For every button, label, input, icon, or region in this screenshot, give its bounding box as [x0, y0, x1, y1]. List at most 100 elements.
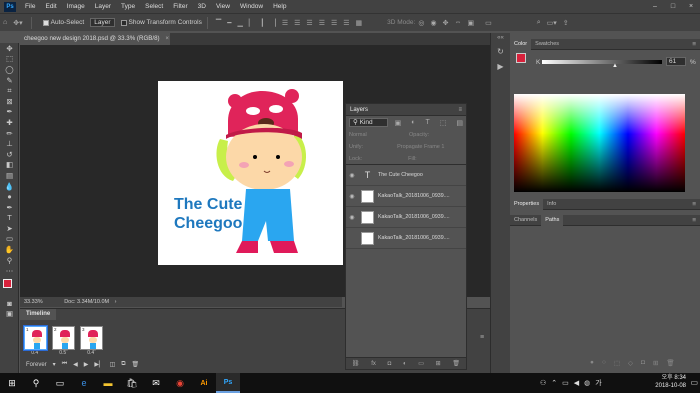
adjustment-layer-icon[interactable]: ◐: [403, 361, 407, 367]
menu-layer[interactable]: Layer: [90, 3, 116, 10]
layers-tab[interactable]: Layers: [350, 107, 368, 113]
person-icon[interactable]: ⚇: [540, 379, 546, 387]
timeline-tab[interactable]: Timeline: [20, 309, 57, 320]
3d-scale-icon[interactable]: ▣: [467, 19, 474, 27]
menu-help[interactable]: Help: [268, 3, 291, 10]
new-group-icon[interactable]: ▭: [418, 360, 424, 367]
eyedropper-icon[interactable]: ✒: [0, 107, 19, 118]
move-tool-icon[interactable]: ✥: [0, 43, 19, 54]
tab-info[interactable]: Info: [543, 199, 560, 210]
timeline-frame[interactable]: 3 0.4ˇ: [80, 326, 103, 356]
link-layers-icon[interactable]: ⛓: [352, 360, 360, 367]
blur-tool-icon[interactable]: 💧: [0, 181, 19, 192]
move-tool-icon[interactable]: ✥▾: [13, 19, 22, 27]
path-select-icon[interactable]: ➤: [0, 223, 19, 234]
distribute-icon[interactable]: ☰: [306, 19, 312, 27]
marquee-tool-icon[interactable]: ⬚: [0, 54, 19, 65]
align-center-icon[interactable]: ┃: [260, 19, 264, 27]
share-icon[interactable]: ⇪: [563, 19, 569, 27]
transform-controls-option[interactable]: Show Transform Controls: [120, 19, 202, 26]
load-selection-icon[interactable]: ⬚: [614, 359, 620, 367]
slider-handle-icon[interactable]: ▲: [612, 63, 618, 69]
distribute-icon[interactable]: ☰: [331, 19, 337, 27]
tab-paths[interactable]: Paths: [541, 214, 564, 226]
tab-properties[interactable]: Properties: [510, 198, 544, 210]
panel-menu-icon[interactable]: ≡: [692, 41, 696, 48]
new-path-icon[interactable]: ⊞: [653, 359, 658, 367]
menu-type[interactable]: Type: [116, 3, 140, 10]
new-layer-icon[interactable]: ⊞: [436, 360, 441, 367]
brush-tool-icon[interactable]: ✏: [0, 128, 19, 139]
play-icon[interactable]: ▶: [84, 361, 89, 368]
hand-tool-icon[interactable]: ✋: [0, 244, 19, 255]
menu-filter[interactable]: Filter: [168, 3, 192, 10]
healing-brush-icon[interactable]: ✚: [0, 117, 19, 128]
dropdown-arrow-icon[interactable]: ▾: [53, 361, 56, 368]
menu-file[interactable]: File: [20, 3, 40, 10]
3d-orbit-icon[interactable]: ◎: [418, 19, 424, 27]
layer-row[interactable]: ◉ KakaoTalk_20181006_0939....: [346, 207, 466, 228]
clock[interactable]: 오후 8:34 2018-10-08: [655, 374, 686, 390]
pen-tool-icon[interactable]: ✒: [0, 202, 19, 213]
kind-filter[interactable]: ⚲ Kind: [349, 118, 388, 127]
k-slider[interactable]: [542, 60, 662, 64]
eye-icon[interactable]: ◉: [346, 214, 358, 221]
crop-tool-icon[interactable]: ⌗: [0, 85, 19, 96]
3d-roll-icon[interactable]: ◉: [430, 19, 436, 27]
foreground-color[interactable]: [3, 279, 12, 289]
menu-edit[interactable]: Edit: [40, 3, 61, 10]
auto-align-icon[interactable]: ▦: [356, 19, 363, 27]
tab-channels[interactable]: Channels: [510, 215, 541, 226]
timeline-frame[interactable]: 2 0.5ˇ: [52, 326, 75, 356]
distribute-icon[interactable]: ☰: [294, 19, 300, 27]
search-icon[interactable]: ⚲: [24, 373, 48, 393]
store-icon[interactable]: 🛍: [120, 373, 144, 393]
eye-icon[interactable]: ◉: [346, 193, 358, 200]
photoshop-taskbar-icon[interactable]: Ps: [216, 373, 240, 393]
clone-stamp-icon[interactable]: ⊥: [0, 138, 19, 149]
windows-start-icon[interactable]: ⊞: [0, 373, 24, 393]
eye-icon[interactable]: ◉: [346, 172, 358, 179]
delete-layer-icon[interactable]: 🗑: [452, 360, 460, 367]
distribute-icon[interactable]: ☰: [319, 19, 325, 27]
eraser-icon[interactable]: ◧: [0, 160, 19, 171]
lasso-tool-icon[interactable]: ◯: [0, 64, 19, 75]
file-explorer-icon[interactable]: ▬: [96, 373, 120, 393]
tab-swatches[interactable]: Swatches: [531, 39, 563, 50]
fill-label[interactable]: Fill:: [408, 156, 417, 162]
task-view-icon[interactable]: ▭: [48, 373, 72, 393]
close-button[interactable]: ×: [682, 0, 700, 13]
transform-controls-checkbox[interactable]: [120, 19, 127, 26]
panel-menu-icon[interactable]: ≡: [480, 334, 484, 341]
notification-icon[interactable]: ▭: [690, 378, 698, 387]
search-icon[interactable]: ⌕: [537, 19, 541, 27]
align-bottom-icon[interactable]: ▁: [237, 19, 242, 27]
actions-icon[interactable]: ▶: [491, 62, 510, 71]
fill-path-icon[interactable]: ●: [590, 359, 594, 367]
frame-thumbnail[interactable]: 1: [23, 325, 48, 351]
panel-menu-icon[interactable]: ≡: [458, 104, 462, 116]
propagate-label[interactable]: Propagate Frame 1: [397, 144, 444, 150]
opacity-label[interactable]: Opacity:: [409, 132, 429, 138]
add-mask-icon[interactable]: ◘: [641, 359, 645, 367]
chrome-icon[interactable]: ◉: [168, 373, 192, 393]
make-path-icon[interactable]: ◇: [628, 359, 633, 367]
align-middle-icon[interactable]: ━: [227, 19, 231, 27]
network-icon[interactable]: ▭: [562, 379, 569, 387]
foreground-color[interactable]: [516, 53, 526, 63]
doc-size[interactable]: Doc: 3.34M/10.0M: [64, 299, 109, 305]
minimize-button[interactable]: –: [646, 0, 664, 13]
type-tool-icon[interactable]: T: [0, 213, 19, 224]
workspace-icon[interactable]: ▭▾: [547, 19, 557, 27]
filter-shape-icon[interactable]: ⬚: [440, 119, 447, 127]
mail-icon[interactable]: ✉: [144, 373, 168, 393]
kakao-icon[interactable]: ◍: [584, 379, 590, 387]
menu-3d[interactable]: 3D: [193, 3, 211, 10]
history-icon[interactable]: ↻: [491, 47, 510, 56]
color-swatches[interactable]: [0, 276, 18, 298]
maximize-button[interactable]: □: [664, 0, 682, 13]
3d-slide-icon[interactable]: ⇔: [454, 19, 461, 26]
frame-thumbnail[interactable]: 2: [52, 326, 75, 350]
frame-delay[interactable]: 0.4ˇ: [24, 350, 47, 356]
tween-icon[interactable]: ◫: [110, 361, 116, 368]
